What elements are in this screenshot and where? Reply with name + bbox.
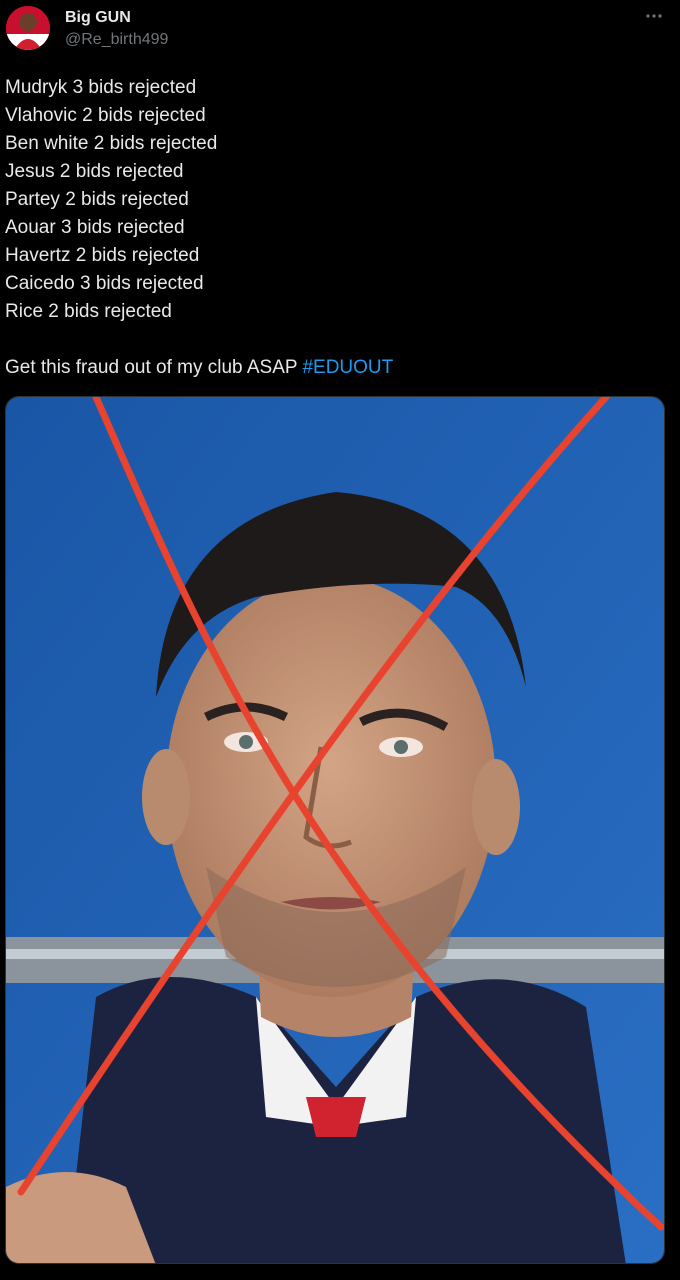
- tweet-line: Jesus 2 bids rejected: [5, 161, 184, 182]
- more-options-button[interactable]: [642, 6, 666, 26]
- tweet-line: Partey 2 bids rejected: [5, 189, 189, 210]
- photo-illustration: [6, 397, 664, 1263]
- tweet-closing-line: Get this fraud out of my club ASAP #EDUO…: [5, 354, 665, 382]
- tweet-line: Havertz 2 bids rejected: [5, 245, 200, 266]
- hashtag-link[interactable]: #EDUOUT: [302, 357, 393, 378]
- user-handle[interactable]: @Re_birth499: [65, 30, 168, 50]
- more-dots-icon: [646, 14, 662, 18]
- tweet-line: Mudryk 3 bids rejected: [5, 77, 197, 98]
- tweet-line: Ben white 2 bids rejected: [5, 133, 218, 154]
- avatar-image: [6, 6, 50, 50]
- tweet-line: Vlahovic 2 bids rejected: [5, 105, 206, 126]
- tweet-line: Aouar 3 bids rejected: [5, 217, 185, 238]
- author-block: Big GUN @Re_birth499: [65, 8, 168, 50]
- tweet: Big GUN @Re_birth499 Mudryk 3 bids rejec…: [0, 0, 680, 1280]
- closing-text: Get this fraud out of my club ASAP: [5, 357, 303, 378]
- display-name[interactable]: Big GUN: [65, 8, 168, 28]
- tweet-text: Mudryk 3 bids rejected Vlahovic 2 bids r…: [5, 74, 665, 382]
- tweet-line: Caicedo 3 bids rejected: [5, 273, 204, 294]
- tweet-photo[interactable]: [5, 396, 665, 1264]
- tweet-line: Rice 2 bids rejected: [5, 301, 172, 322]
- avatar[interactable]: [6, 6, 50, 50]
